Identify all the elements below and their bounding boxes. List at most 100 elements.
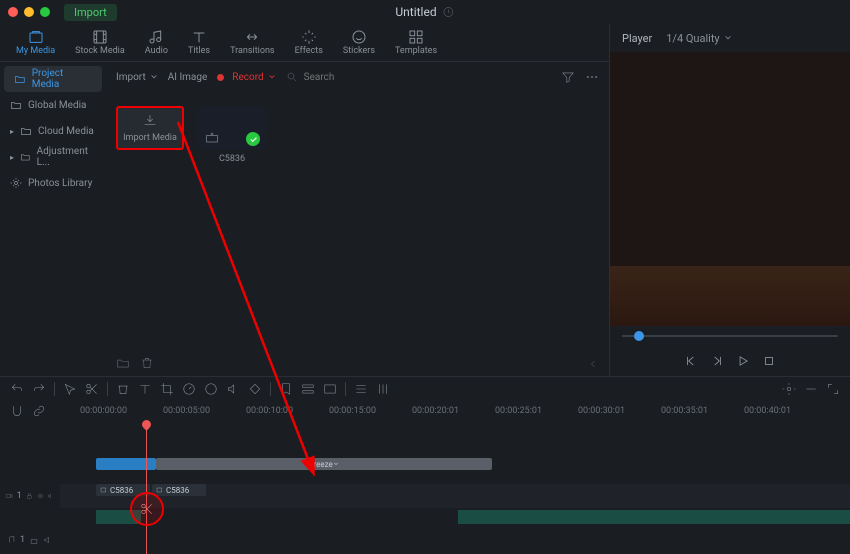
sidebar-label: Adjustment L... [37, 146, 96, 168]
tab-label: Effects [295, 46, 323, 56]
history-icon[interactable] [443, 6, 455, 18]
import-dropdown[interactable]: Import [116, 72, 158, 83]
chevron-left-icon[interactable] [587, 358, 599, 370]
more-icon[interactable] [585, 70, 599, 84]
adjust-icon[interactable] [354, 382, 368, 396]
expand-icon[interactable] [826, 382, 840, 396]
tab-stickers[interactable]: Stickers [335, 27, 383, 58]
sidebar-cloud-media[interactable]: ▸ Cloud Media [0, 118, 106, 144]
filter-icon[interactable] [561, 70, 575, 84]
tab-audio[interactable]: Audio [137, 27, 176, 58]
stop-icon[interactable] [762, 354, 776, 368]
ruler-tick: 00:00:00:00 [80, 406, 127, 416]
color-icon[interactable] [204, 382, 218, 396]
ruler-tick: 00:00:10:00 [246, 406, 293, 416]
tab-transitions[interactable]: Transitions [222, 27, 283, 58]
search-input[interactable] [304, 72, 384, 83]
search-field[interactable] [286, 71, 551, 83]
tab-my-media[interactable]: My Media [8, 27, 63, 58]
tab-effects[interactable]: Effects [287, 27, 331, 58]
window-zoom-icon[interactable] [40, 7, 50, 17]
titlebar: Import Untitled [0, 0, 850, 24]
document-title: Untitled [395, 5, 454, 19]
text-icon[interactable] [138, 382, 152, 396]
audio-icon[interactable] [226, 382, 240, 396]
magnet-icon[interactable] [10, 404, 24, 418]
audio-waveform-track[interactable] [60, 510, 850, 526]
video-preview[interactable] [610, 52, 850, 326]
media-sidebar: Project Media Global Media ▸ Cloud Media… [0, 62, 106, 376]
track-options-icon[interactable] [323, 382, 337, 396]
cursor-icon[interactable] [63, 382, 77, 396]
sidebar-adjustment-layer[interactable]: ▸ Adjustment L... [0, 144, 106, 170]
window-minimize-icon[interactable] [24, 7, 34, 17]
crop-icon[interactable] [160, 382, 174, 396]
tab-titles[interactable]: Titles [180, 27, 218, 58]
eye-icon[interactable] [37, 491, 44, 501]
sidebar-photos-library[interactable]: Photos Library [0, 170, 106, 196]
lock-icon[interactable] [29, 535, 39, 545]
scissors-icon[interactable] [85, 382, 99, 396]
new-folder-icon[interactable] [116, 356, 130, 370]
waveform[interactable] [96, 510, 850, 524]
clip-segment[interactable] [96, 458, 156, 470]
tab-stock-media[interactable]: Stock Media [67, 27, 133, 58]
frame-back-icon[interactable] [684, 354, 698, 368]
playhead[interactable] [146, 420, 147, 554]
tab-templates[interactable]: Templates [387, 27, 445, 58]
stickers-icon [350, 29, 368, 45]
redo-icon[interactable] [32, 382, 46, 396]
sidebar-project-media[interactable]: Project Media [4, 66, 102, 92]
import-button[interactable]: Import [64, 4, 117, 21]
marker-icon[interactable] [279, 382, 293, 396]
ruler-tick: 00:00:40:01 [744, 406, 791, 416]
quality-selector[interactable]: 1/4 Quality [666, 32, 731, 45]
delete-icon[interactable] [140, 356, 154, 370]
mute-icon[interactable] [47, 491, 54, 501]
scissors-icon [140, 502, 154, 516]
lock-icon[interactable] [26, 491, 33, 501]
speed-icon[interactable] [182, 382, 196, 396]
progress-bar[interactable] [610, 326, 850, 346]
chevron-down-icon [268, 73, 276, 81]
sidebar-label: Project Media [32, 68, 92, 90]
ruler-tick: 00:00:20:01 [412, 406, 459, 416]
settings-icon[interactable] [782, 382, 796, 396]
mixer-icon[interactable] [376, 382, 390, 396]
effect-track[interactable]: Freeze [60, 458, 850, 482]
media-clip-tile[interactable]: C5836 [198, 106, 266, 164]
tab-label: My Media [16, 46, 55, 56]
keyframe-icon[interactable] [248, 382, 262, 396]
freeze-clip[interactable]: Freeze [156, 458, 492, 470]
transitions-icon [243, 29, 261, 45]
folder-icon [10, 99, 22, 111]
video-track[interactable]: 1 C5836 C5836 [60, 484, 850, 508]
window-close-icon[interactable] [8, 7, 18, 17]
ruler-tick: 00:00:05:00 [163, 406, 210, 416]
player-label: Player [622, 32, 652, 45]
sidebar-global-media[interactable]: Global Media [0, 92, 106, 118]
timeline-tracks[interactable]: Freeze 1 C5836 C5836 1 [0, 420, 850, 554]
audio-track[interactable]: 1 [60, 528, 850, 552]
separator [54, 382, 55, 396]
ruler-tick: 00:00:30:01 [578, 406, 625, 416]
step-forward-icon[interactable] [710, 354, 724, 368]
import-media-tile[interactable]: Import Media [116, 106, 184, 164]
track-add-icon[interactable] [301, 382, 315, 396]
ai-image-button[interactable]: AI Image [168, 72, 208, 83]
stock-icon [91, 29, 109, 45]
add-to-timeline-icon[interactable] [204, 130, 220, 146]
video-clip[interactable]: C5836 [152, 484, 206, 496]
effects-icon [300, 29, 318, 45]
undo-icon[interactable] [10, 382, 24, 396]
record-dropdown[interactable]: Record [217, 72, 275, 83]
chevron-down-icon [150, 73, 158, 81]
delete-icon[interactable] [116, 382, 130, 396]
audio-icon [6, 535, 16, 545]
progress-thumb[interactable] [634, 331, 644, 341]
mute-icon[interactable] [43, 535, 53, 545]
play-icon[interactable] [736, 354, 750, 368]
zoom-slider-icon[interactable] [804, 382, 818, 396]
timeline-ruler[interactable]: 00:00:00:00 00:00:05:00 00:00:10:00 00:0… [0, 401, 850, 420]
link-icon[interactable] [32, 404, 46, 418]
